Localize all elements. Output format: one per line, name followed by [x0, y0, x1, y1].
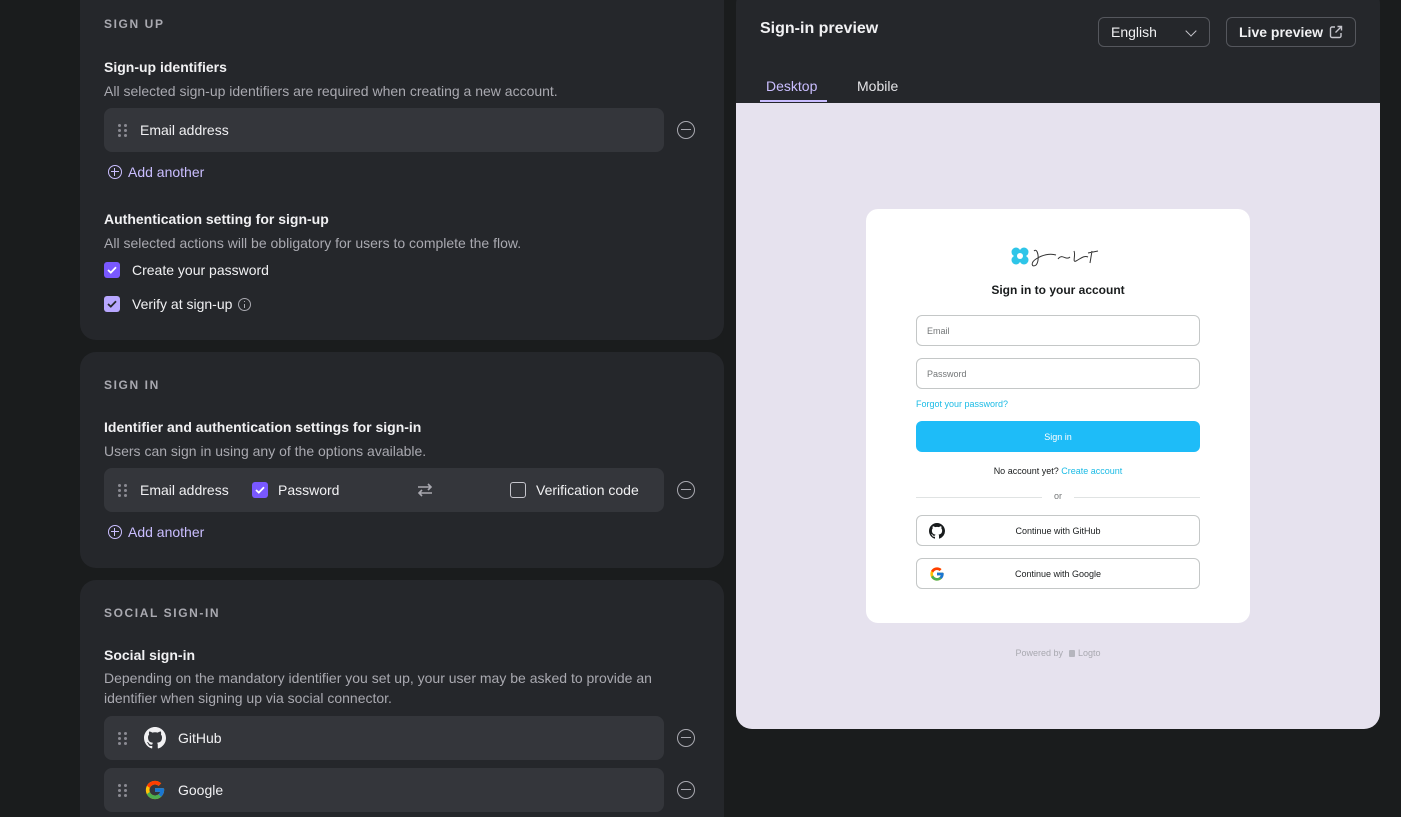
remove-github-connector-icon[interactable] [677, 729, 695, 747]
live-preview-label: Live preview [1239, 24, 1324, 40]
sign-up-card: SIGN UP Sign-up identifiers All selected… [80, 0, 724, 340]
check-icon [107, 266, 117, 274]
verify-signup-option[interactable]: Verify at sign-up [104, 296, 252, 312]
preview-sign-in-heading: Sign in to your account [991, 283, 1125, 297]
powered-by-footer: Powered by Logto [736, 648, 1380, 658]
sign-in-settings-desc: Users can sign in using any of the optio… [104, 443, 427, 459]
social-connector-row-google[interactable]: Google [104, 768, 664, 812]
verification-code-option[interactable]: Verification code [510, 482, 639, 498]
powered-by-label: Powered by [1015, 648, 1063, 658]
remove-google-connector-icon[interactable] [677, 781, 695, 799]
plus-circle-icon [108, 525, 122, 539]
swap-icon[interactable] [416, 482, 434, 498]
create-password-checkbox[interactable] [104, 262, 120, 278]
create-password-option[interactable]: Create your password [104, 262, 269, 278]
remove-sign-in-method-icon[interactable] [677, 481, 695, 499]
sign-up-identifier-row[interactable]: Email address [104, 108, 664, 152]
add-another-label: Add another [128, 524, 205, 540]
sign-up-section-title: SIGN UP [104, 17, 165, 31]
or-label: or [1053, 491, 1062, 501]
drag-handle-icon[interactable] [118, 123, 128, 137]
social-sign-in-title: Social sign-in [104, 647, 196, 663]
preview-forgot-password-link[interactable]: Forgot your password? [916, 399, 1008, 409]
brand-logo-icon [1011, 247, 1099, 267]
preview-github-button[interactable]: Continue with GitHub [916, 515, 1200, 546]
sign-up-identifier-label: Email address [140, 122, 229, 138]
remove-identifier-icon[interactable] [677, 121, 695, 139]
sign-in-section-title: SIGN IN [104, 378, 160, 392]
password-checkbox[interactable] [252, 482, 268, 498]
preview-sign-in-card: Sign in to your account Email Password F… [866, 209, 1250, 623]
preview-title: Sign-in preview [760, 20, 879, 37]
sign-in-identifier-label: Email address [140, 482, 229, 498]
sign-up-auth-desc: All selected actions will be obligatory … [104, 235, 522, 251]
sign-up-auth-title: Authentication setting for sign-up [104, 211, 329, 227]
info-icon[interactable] [238, 297, 252, 311]
sign-up-add-another-link[interactable]: Add another [108, 164, 204, 180]
logto-logo-icon [1068, 650, 1075, 657]
preview-stage: Sign in to your account Email Password F… [736, 103, 1380, 729]
sign-in-settings-title: Identifier and authentication settings f… [104, 419, 422, 435]
google-button-label: Continue with Google [1014, 568, 1102, 579]
tab-mobile[interactable]: Mobile [857, 78, 898, 94]
create-password-label: Create your password [132, 262, 269, 278]
social-connector-row-github[interactable]: GitHub [104, 716, 664, 760]
preview-or-divider: or [916, 491, 1200, 503]
preview-no-account-text: No account yet? Create account [866, 466, 1250, 476]
drag-handle-icon[interactable] [118, 483, 128, 497]
sign-up-identifiers-title: Sign-up identifiers [104, 59, 227, 75]
preview-sign-in-button[interactable]: Sign in [916, 421, 1200, 452]
add-another-label: Add another [128, 164, 205, 180]
password-label: Password [278, 482, 340, 498]
language-select[interactable]: English [1098, 17, 1210, 47]
preview-create-account-link[interactable]: Create account [1061, 466, 1122, 476]
sign-in-add-another-link[interactable]: Add another [108, 524, 204, 540]
sign-in-preview-panel: Sign-in preview English Live preview Des… [736, 0, 1380, 729]
preview-email-input[interactable]: Email [916, 315, 1200, 346]
google-connector-label: Google [178, 782, 224, 798]
sign-in-card: SIGN IN Identifier and authentication se… [80, 352, 724, 568]
github-button-label: Continue with GitHub [1015, 525, 1101, 536]
chevron-down-icon [1185, 25, 1197, 37]
drag-handle-icon[interactable] [118, 783, 128, 797]
preview-google-button[interactable]: Continue with Google [916, 558, 1200, 589]
sign-in-method-row[interactable]: Email address Password Verification code [104, 468, 664, 512]
verification-code-label: Verification code [536, 482, 639, 498]
check-icon [107, 300, 117, 308]
verify-signup-label: Verify at sign-up [132, 296, 233, 312]
social-section-title: SOCIAL SIGN-IN [104, 606, 221, 620]
verification-code-checkbox[interactable] [510, 482, 526, 498]
tab-desktop[interactable]: Desktop [766, 78, 817, 94]
external-link-icon [1329, 25, 1343, 39]
google-icon [145, 780, 165, 800]
github-connector-label: GitHub [178, 730, 222, 746]
github-icon [144, 727, 166, 749]
social-sign-in-card: SOCIAL SIGN-IN Social sign-in Depending … [80, 580, 724, 817]
github-icon [929, 523, 945, 539]
sign-up-identifiers-desc: All selected sign-up identifiers are req… [104, 83, 558, 99]
check-icon [255, 486, 265, 494]
active-tab-indicator [760, 100, 827, 102]
preview-password-input[interactable]: Password [916, 358, 1200, 389]
live-preview-button[interactable]: Live preview [1226, 17, 1356, 47]
no-account-label: No account yet? [993, 466, 1059, 476]
verify-signup-checkbox[interactable] [104, 296, 120, 312]
drag-handle-icon[interactable] [118, 731, 128, 745]
google-icon [930, 567, 944, 581]
social-sign-in-desc: Depending on the mandatory identifier yo… [104, 670, 652, 706]
language-selected-value: English [1111, 24, 1157, 40]
plus-circle-icon [108, 165, 122, 179]
password-option[interactable]: Password [252, 482, 339, 498]
powered-brand-label: Logto [1078, 648, 1101, 658]
